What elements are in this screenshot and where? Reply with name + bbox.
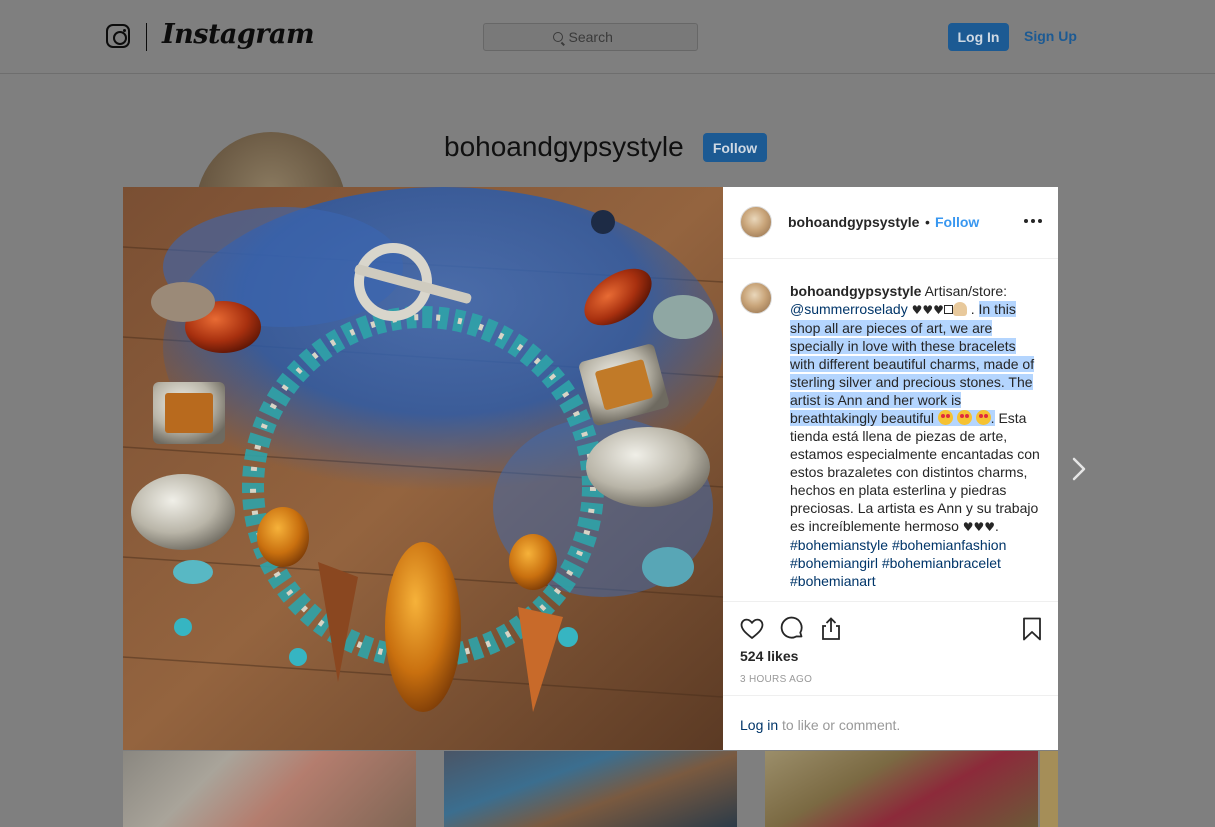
author-avatar[interactable] (740, 206, 772, 238)
bookmark-icon[interactable] (1019, 616, 1045, 642)
search-box[interactable] (483, 23, 698, 51)
instagram-glyph-icon[interactable] (106, 24, 130, 48)
profile-username: bohoandgypsystyle (444, 131, 684, 162)
grid-thumbnail-edge (1040, 751, 1058, 827)
bracelet-photo (123, 187, 723, 750)
login-prompt: Log in to like or comment. (723, 695, 1058, 750)
caption-hearts: ♥♥♥ (911, 303, 944, 317)
comments-area[interactable]: bohoandgypsystyle Artisan/store: @summer… (723, 260, 1058, 601)
like-count[interactable]: 524 likes (740, 648, 798, 664)
grid-thumbnail[interactable] (444, 751, 737, 827)
signup-link[interactable]: Sign Up (1024, 28, 1077, 44)
hashtag-link[interactable]: #bohemianart (790, 573, 876, 589)
header-separator: • (925, 214, 930, 230)
logo-divider (146, 23, 147, 51)
praying-hands-icon (952, 302, 967, 316)
caption-spanish-text: Esta tienda está llena de piezas de arte… (790, 410, 1040, 534)
share-icon[interactable] (818, 616, 844, 642)
more-options-icon[interactable] (1024, 219, 1042, 223)
post-caption: bohoandgypsystyle Artisan/store: @summer… (790, 283, 1040, 589)
profile-follow-button[interactable]: Follow (703, 133, 767, 162)
search-input[interactable] (568, 29, 629, 45)
post-detail-panel: bohoandgypsystyle • Follow bohoandgypsys… (723, 187, 1058, 750)
post-timestamp: 3 HOURS AGO (740, 674, 813, 685)
instagram-wordmark[interactable]: Instagram (162, 19, 315, 50)
heart-icon[interactable] (739, 616, 765, 642)
comment-bubble-icon[interactable] (779, 616, 805, 642)
heart-eyes-emoji-icon (975, 410, 991, 425)
login-button[interactable]: Log In (948, 23, 1009, 51)
heart-eyes-emoji-icon (937, 410, 953, 425)
post-header: bohoandgypsystyle • Follow (723, 187, 1058, 259)
hashtag-link[interactable]: #bohemiangirl (790, 555, 878, 571)
header-follow-link[interactable]: Follow (935, 214, 979, 230)
caption-intro: Artisan/store: (924, 283, 1008, 299)
grid-thumbnail[interactable] (765, 751, 1038, 827)
login-prompt-text: to like or comment. (778, 717, 901, 733)
grid-thumbnail[interactable] (123, 751, 416, 827)
hashtag-link[interactable]: #bohemianstyle (790, 537, 888, 553)
hashtag-link[interactable]: #bohemianfashion (892, 537, 1006, 553)
heart-eyes-emoji-icon (956, 410, 972, 425)
author-username[interactable]: bohoandgypsystyle (788, 214, 919, 230)
search-icon (552, 32, 563, 42)
emoji-box-icon (943, 305, 953, 314)
chevron-right-icon[interactable] (1066, 456, 1092, 482)
caption-english-text: In this shop all are pieces of art, we a… (790, 301, 1035, 426)
hashtag-link[interactable]: #bohemianbracelet (882, 555, 1001, 571)
top-navigation: Instagram Log In Sign Up (0, 0, 1215, 74)
login-prompt-link[interactable]: Log in (740, 717, 778, 733)
caption-mention[interactable]: @summerroselady (790, 301, 908, 317)
caption-username[interactable]: bohoandgypsystyle (790, 283, 921, 299)
caption-author-avatar[interactable] (740, 282, 772, 314)
caption-hearts-2: ♥♥♥. (962, 520, 999, 534)
post-actions: 524 likes 3 HOURS AGO (723, 601, 1058, 697)
post-photo (123, 187, 723, 750)
